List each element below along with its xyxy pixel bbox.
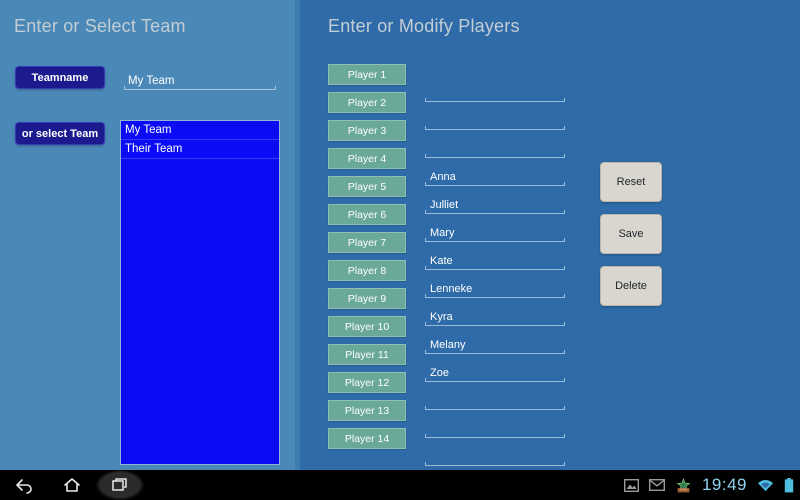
player-button-7[interactable]: Player 7 (328, 232, 406, 253)
select-team-button[interactable]: or select Team (15, 122, 105, 145)
android-system-bar: 19:49 (0, 470, 800, 500)
team-list-item[interactable]: Their Team (121, 140, 279, 159)
player-button-1[interactable]: Player 1 (328, 64, 406, 85)
player-button-4[interactable]: Player 4 (328, 148, 406, 169)
app-root: Enter or Select Team Teamname My Team or… (0, 0, 800, 500)
player-name-input-11[interactable]: Zoe (425, 357, 565, 382)
player-button-8[interactable]: Player 8 (328, 260, 406, 281)
player-name-input-1[interactable] (425, 77, 565, 102)
mail-icon[interactable] (648, 479, 665, 491)
player-button-3[interactable]: Player 3 (328, 120, 406, 141)
delete-button[interactable]: Delete (600, 266, 662, 306)
reset-button[interactable]: Reset (600, 162, 662, 202)
player-button-11[interactable]: Player 11 (328, 344, 406, 365)
player-name-input-7[interactable]: Kate (425, 245, 565, 270)
save-button[interactable]: Save (600, 214, 662, 254)
home-icon[interactable] (48, 470, 96, 500)
player-button-2[interactable]: Player 2 (328, 92, 406, 113)
player-name-input-13[interactable] (425, 413, 565, 438)
battery-icon[interactable] (784, 477, 794, 493)
player-name-input-5[interactable]: Julliet (425, 189, 565, 214)
players-panel-title: Enter or Modify Players (328, 16, 520, 36)
status-icons: 19:49 (623, 470, 794, 500)
clock: 19:49 (701, 475, 747, 494)
player-button-14[interactable]: Player 14 (328, 428, 406, 449)
teamname-input[interactable]: My Team (124, 66, 276, 90)
player-button-10[interactable]: Player 10 (328, 316, 406, 337)
player-button-12[interactable]: Player 12 (328, 372, 406, 393)
player-name-input-4[interactable]: Anna (425, 161, 565, 186)
team-panel: Enter or Select Team Teamname My Team or… (0, 0, 295, 470)
player-name-input-10[interactable]: Melany (425, 329, 565, 354)
notification-icon[interactable] (675, 477, 692, 493)
player-button-5[interactable]: Player 5 (328, 176, 406, 197)
wifi-icon[interactable] (757, 479, 774, 492)
player-button-9[interactable]: Player 9 (328, 288, 406, 309)
player-button-6[interactable]: Player 6 (328, 204, 406, 225)
players-panel: Enter or Modify Players Player 1 Player 2… (300, 0, 800, 470)
back-arrow-icon[interactable] (0, 470, 48, 500)
player-name-input-9[interactable]: Kyra (425, 301, 565, 326)
recent-apps-icon[interactable] (96, 470, 144, 500)
team-list[interactable]: My Team Their Team (120, 120, 280, 465)
player-name-input-2[interactable] (425, 105, 565, 130)
player-name-input-3[interactable] (425, 133, 565, 158)
teamname-button[interactable]: Teamname (15, 66, 105, 89)
player-name-input-8[interactable]: Lenneke (425, 273, 565, 298)
team-list-item[interactable]: My Team (121, 121, 279, 140)
player-button-13[interactable]: Player 13 (328, 400, 406, 421)
player-name-input-14[interactable] (425, 441, 565, 466)
team-panel-title: Enter or Select Team (14, 16, 186, 36)
image-icon[interactable] (623, 478, 639, 492)
player-name-input-6[interactable]: Mary (425, 217, 565, 242)
player-name-input-12[interactable] (425, 385, 565, 410)
